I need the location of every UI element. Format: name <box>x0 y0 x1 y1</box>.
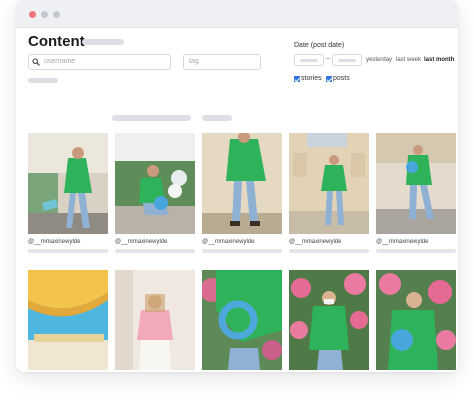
search-icon <box>32 58 40 66</box>
section-skeleton-pill <box>202 115 232 121</box>
photo-thumbnail[interactable] <box>289 270 369 370</box>
post-author-handle[interactable]: @__mmaxinewylde <box>376 239 428 245</box>
post-meta-skeleton <box>115 249 195 253</box>
post-author-handle[interactable]: @__mmaxinewylde <box>115 239 167 245</box>
post-meta-skeleton <box>289 249 369 253</box>
stories-checkbox[interactable] <box>294 76 300 82</box>
stories-checkbox-label: stories <box>301 75 322 82</box>
photo-thumbnail[interactable] <box>202 270 282 370</box>
posts-checkbox[interactable] <box>326 76 332 82</box>
post-author-handle[interactable]: @__mmaxinewylde <box>28 239 80 245</box>
post-author-handle[interactable]: @__mmaxinewylde <box>202 239 254 245</box>
range-last-month-button[interactable]: last month <box>424 57 454 63</box>
photo-thumbnail[interactable] <box>115 133 195 234</box>
post-author-handle[interactable]: @__mmaxinewylde <box>289 239 341 245</box>
tag-input[interactable]: tag <box>183 54 261 70</box>
range-yesterday-button[interactable]: yesterday <box>366 57 392 63</box>
maximize-window-button[interactable] <box>53 11 60 18</box>
photo-thumbnail[interactable] <box>376 270 456 370</box>
app-window: Content username tag Date (post date) – … <box>16 0 458 372</box>
photo-thumbnail[interactable] <box>202 133 282 234</box>
date-filter-label: Date (post date) <box>294 42 345 49</box>
photo-thumbnail[interactable] <box>289 133 369 234</box>
post-meta-skeleton <box>376 249 456 253</box>
section-skeleton-pill <box>112 115 191 121</box>
filter-skeleton-pill <box>28 78 58 83</box>
photo-thumbnail[interactable] <box>28 270 108 370</box>
post-meta-skeleton <box>28 249 108 253</box>
close-window-button[interactable] <box>29 11 36 18</box>
date-from-field[interactable] <box>294 54 324 66</box>
range-last-week-button[interactable]: last week <box>396 57 421 63</box>
photo-thumbnail[interactable] <box>115 270 195 370</box>
minimize-window-button[interactable] <box>41 11 48 18</box>
date-to-field[interactable] <box>332 54 362 66</box>
page-title: Content <box>28 33 85 50</box>
photo-thumbnail[interactable] <box>28 133 108 234</box>
date-range-separator: – <box>326 55 330 62</box>
search-input[interactable]: username <box>28 54 171 70</box>
posts-checkbox-label: posts <box>333 75 350 82</box>
post-meta-skeleton <box>202 249 282 253</box>
title-skeleton-pill <box>82 39 124 45</box>
window-titlebar <box>16 0 458 28</box>
photo-thumbnail[interactable] <box>376 133 456 234</box>
